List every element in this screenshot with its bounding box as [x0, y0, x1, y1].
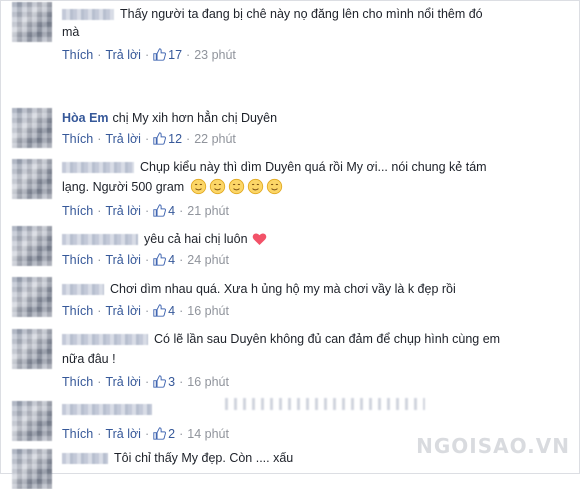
author-name-blurred[interactable] — [62, 234, 138, 246]
comment-actions: Thích · Trả lời · 3 · 16 phút — [62, 375, 229, 389]
reply-button[interactable]: Trả lời — [105, 304, 141, 318]
author-name-blurred[interactable] — [62, 334, 148, 346]
smiling-face-icon — [190, 178, 206, 195]
author-name[interactable]: Hòa Em — [62, 111, 109, 125]
thumbs-up-icon — [153, 304, 167, 317]
emoji-group — [188, 178, 283, 195]
timestamp[interactable]: 21 phút — [187, 204, 229, 218]
avatar[interactable] — [12, 449, 52, 489]
watermark-logo: NGOISAO.VN — [416, 434, 570, 458]
timestamp[interactable]: 24 phút — [187, 253, 229, 267]
timestamp[interactable]: 14 phút — [187, 427, 229, 441]
comment-text: Tôi chỉ thấy My đẹp. Còn .... xấu — [114, 451, 294, 465]
author-name-blurred[interactable] — [62, 284, 104, 296]
like-count[interactable]: 3 — [153, 375, 175, 389]
thumbs-up-icon — [153, 375, 167, 388]
reply-button[interactable]: Trả lời — [105, 204, 141, 218]
comment-text: Chơi dìm nhau quá. Xưa h ủng hộ my mà ch… — [110, 282, 456, 296]
like-count[interactable]: 4 — [153, 204, 175, 218]
like-button[interactable]: Thích — [62, 132, 93, 146]
comment-text-line2: mà — [62, 25, 80, 39]
blurred-text-overlay — [225, 398, 425, 410]
like-button[interactable]: Thích — [62, 304, 93, 318]
author-name-blurred[interactable] — [62, 453, 108, 465]
comment-actions: Thích · Trả lời · 4 · 21 phút — [62, 204, 229, 218]
timestamp[interactable]: 16 phút — [187, 375, 229, 389]
avatar[interactable] — [12, 2, 52, 42]
reply-button[interactable]: Trả lời — [105, 132, 141, 146]
author-name-blurred[interactable] — [62, 162, 134, 174]
thumbs-up-icon — [153, 204, 167, 217]
smiling-face-icon — [247, 178, 263, 195]
avatar[interactable] — [12, 329, 52, 369]
comment-text-line2: lạng. Người 500 gram — [62, 180, 185, 194]
heart-icon — [252, 233, 266, 245]
avatar[interactable] — [12, 159, 52, 199]
reply-button[interactable]: Trả lời — [105, 48, 141, 62]
like-button[interactable]: Thích — [62, 375, 93, 389]
thumbs-up-icon — [153, 427, 167, 440]
like-button[interactable]: Thích — [62, 253, 93, 267]
like-button[interactable]: Thích — [62, 48, 93, 62]
like-count[interactable]: 4 — [153, 304, 175, 318]
avatar[interactable] — [12, 108, 52, 148]
thumbs-up-icon — [153, 48, 167, 61]
like-button[interactable]: Thích — [62, 427, 93, 441]
like-count[interactable]: 2 — [153, 427, 175, 441]
author-name-blurred[interactable] — [62, 404, 152, 416]
smiling-face-icon — [209, 178, 225, 195]
author-name-blurred[interactable] — [62, 9, 114, 21]
timestamp[interactable]: 23 phút — [194, 48, 236, 62]
comment-actions: Thích · Trả lời · 17 · 23 phút — [62, 48, 236, 62]
avatar[interactable] — [12, 277, 52, 317]
comment-text: Chụp kiểu này thì dìm Duyên quá rồi My ơ… — [140, 160, 487, 174]
like-button[interactable]: Thích — [62, 204, 93, 218]
thumbs-up-icon — [153, 253, 167, 266]
comment-text: yêu cả hai chị luôn — [144, 232, 248, 246]
comment-text: chị My xih hơn hẳn chị Duyên — [112, 111, 278, 125]
comment-text: Có lẽ lần sau Duyên không đủ can đảm để … — [154, 332, 501, 346]
comment-actions: Thích · Trả lời · 4 · 24 phút — [62, 253, 229, 267]
reply-button[interactable]: Trả lời — [105, 253, 141, 267]
timestamp[interactable]: 22 phút — [194, 132, 236, 146]
smiling-face-icon — [228, 178, 244, 195]
comment-actions: Thích · Trả lời · 4 · 16 phút — [62, 304, 229, 318]
smiling-face-icon — [266, 178, 282, 195]
comment-actions: Thích · Trả lời · 12 · 22 phút — [62, 132, 236, 146]
avatar[interactable] — [12, 401, 52, 441]
like-count[interactable]: 17 — [153, 48, 182, 62]
comment-text: Thấy người ta đang bị chê này nọ đăng lê… — [120, 7, 483, 21]
thumbs-up-icon — [153, 132, 167, 145]
comment-actions: Thích · Trả lời · 2 · 14 phút — [62, 427, 229, 441]
reply-button[interactable]: Trả lời — [105, 427, 141, 441]
like-count[interactable]: 12 — [153, 132, 182, 146]
avatar[interactable] — [12, 226, 52, 266]
comment-text-line2: nữa đâu ! — [62, 352, 116, 366]
timestamp[interactable]: 16 phút — [187, 304, 229, 318]
reply-button[interactable]: Trả lời — [105, 375, 141, 389]
like-count[interactable]: 4 — [153, 253, 175, 267]
